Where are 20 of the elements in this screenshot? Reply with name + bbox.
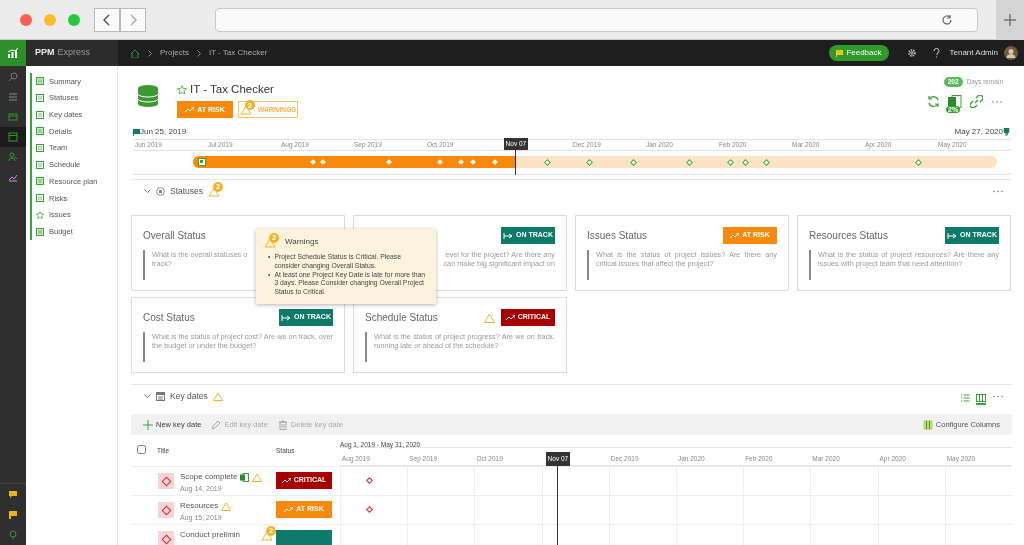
- user-name[interactable]: Tenant Admin: [949, 47, 998, 59]
- card-title: Schedule Status: [365, 311, 438, 325]
- brand-suffix: Express: [57, 46, 91, 60]
- card-title: Resources Status: [809, 229, 888, 243]
- breadcrumb-link[interactable]: Projects: [160, 47, 189, 59]
- popup-title: Warnings: [285, 236, 319, 248]
- feedback-button[interactable]: Feedback: [829, 45, 889, 61]
- brand-name: PPM: [35, 46, 55, 60]
- breadcrumb-link[interactable]: IT - Tax Checker: [208, 47, 268, 59]
- card-title: Issues Status: [587, 229, 648, 243]
- end-date: May 27, 2020: [954, 126, 1003, 138]
- start-date: Jun 25, 2019: [140, 126, 187, 138]
- card-title: Overall Status: [143, 229, 206, 243]
- card-title: Cost Status: [143, 311, 195, 325]
- key-date-title[interactable]: Conduct prelimin: [180, 529, 241, 541]
- key-date-title[interactable]: Scope complete: [180, 471, 238, 483]
- project-title: IT - Tax Checker: [190, 82, 274, 97]
- key-date-title[interactable]: Resources: [180, 500, 219, 512]
- section-title: Statuses: [170, 185, 204, 198]
- section-title: Key dates: [170, 390, 208, 403]
